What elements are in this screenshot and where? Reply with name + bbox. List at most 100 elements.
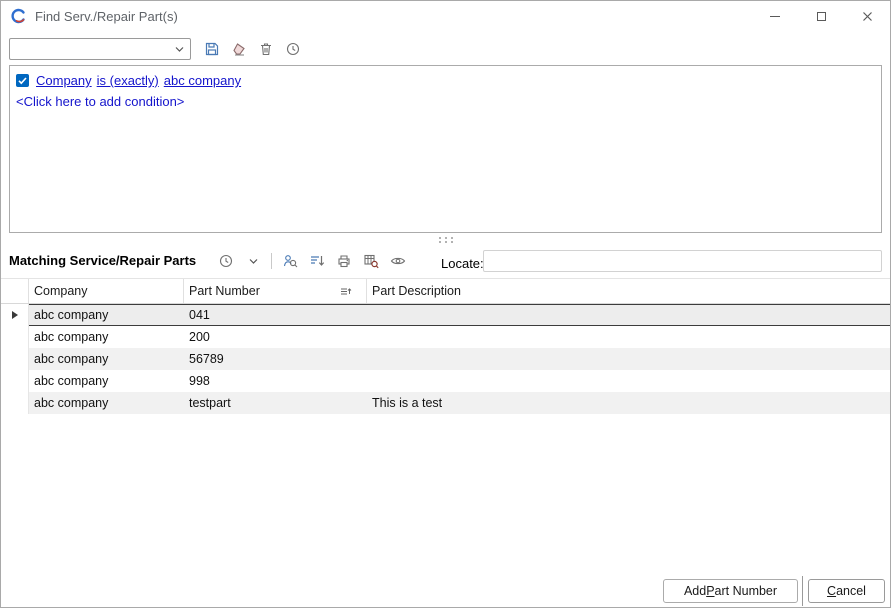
cancel-button[interactable]: Cancel (808, 579, 885, 603)
cell-part-description (367, 348, 891, 370)
column-header-label: Part Description (372, 284, 461, 298)
row-band: abc company testpart This is a test (29, 392, 891, 414)
close-button[interactable] (844, 1, 890, 31)
find-parts-dialog: Find Serv./Repair Part(s) (0, 0, 891, 608)
results-history-button[interactable] (217, 252, 235, 270)
results-heading: Matching Service/Repair Parts (9, 253, 196, 268)
cell-company: abc company (29, 348, 184, 370)
indicator-column-header (1, 279, 29, 303)
table-row[interactable]: abc company testpart This is a test (1, 392, 891, 414)
cell-part-description (367, 326, 891, 348)
titlebar: Find Serv./Repair Part(s) (1, 1, 890, 31)
eye-icon (390, 253, 406, 269)
trash-icon (258, 41, 274, 57)
cell-part-number: 56789 (184, 348, 367, 370)
history-icon (218, 253, 234, 269)
cell-company: abc company (29, 370, 184, 392)
button-label-key: C (827, 584, 836, 598)
find-person-icon (282, 253, 298, 269)
row-band: abc company 998 (29, 370, 891, 392)
splitter-grip-icon (436, 236, 456, 244)
app-logo-icon (11, 8, 27, 24)
cell-part-number: 998 (184, 370, 367, 392)
cell-part-description (367, 305, 891, 325)
grid-search-icon (363, 253, 379, 269)
column-header-part-description[interactable]: Part Description (367, 279, 891, 303)
sort-button[interactable] (308, 252, 326, 270)
row-indicator (1, 326, 29, 348)
saved-search-combobox[interactable] (9, 38, 191, 60)
find-person-button[interactable] (281, 252, 299, 270)
cell-part-number: testpart (184, 392, 367, 414)
sort-icon (309, 253, 325, 269)
query-toolbar (9, 37, 302, 61)
chevron-down-icon (175, 46, 184, 53)
condition-operator-link[interactable]: is (exactly) (97, 73, 159, 88)
locate-label: Locate: (441, 256, 484, 271)
button-label-post: art Number (715, 584, 778, 598)
cell-company: abc company (29, 392, 184, 414)
button-divider (802, 576, 803, 606)
condition-builder-panel: Company is (exactly) abc company <Click … (9, 65, 882, 233)
sort-ascending-icon (340, 287, 352, 296)
minimize-icon (770, 16, 780, 17)
row-band: abc company 041 (29, 304, 891, 326)
save-icon (204, 41, 220, 57)
column-header-label: Part Number (189, 284, 260, 298)
condition-checkbox[interactable] (16, 74, 29, 87)
history-dropdown-button[interactable] (244, 252, 262, 270)
eraser-icon (231, 41, 247, 57)
close-icon (862, 11, 873, 22)
row-indicator (1, 370, 29, 392)
table-row[interactable]: abc company 56789 (1, 348, 891, 370)
row-band: abc company 56789 (29, 348, 891, 370)
print-icon (336, 253, 352, 269)
selected-row-arrow-icon (12, 311, 18, 319)
window-controls (752, 1, 890, 31)
condition-value-link[interactable]: abc company (164, 73, 241, 88)
chevron-down-icon (249, 258, 258, 265)
button-label-key: P (706, 584, 714, 598)
cell-company: abc company (29, 305, 184, 325)
grid-header: Company Part Number Part Description (1, 278, 891, 304)
results-grid: Company Part Number Part Description abc… (1, 278, 891, 414)
maximize-button[interactable] (798, 1, 844, 31)
row-band: abc company 200 (29, 326, 891, 348)
clear-conditions-button[interactable] (230, 40, 248, 58)
window-title: Find Serv./Repair Part(s) (35, 9, 178, 24)
button-label-pre: Add (684, 584, 706, 598)
checkmark-icon (17, 75, 28, 86)
table-row[interactable]: abc company 998 (1, 370, 891, 392)
column-header-company[interactable]: Company (29, 279, 184, 303)
column-header-label: Company (34, 284, 88, 298)
results-toolbar (217, 249, 407, 273)
button-label-post: ancel (836, 584, 866, 598)
table-row[interactable]: abc company 200 (1, 326, 891, 348)
maximize-icon (817, 12, 826, 21)
toolbar-separator (271, 253, 272, 269)
cell-part-number: 041 (184, 305, 367, 325)
condition-field-link[interactable]: Company (36, 73, 92, 88)
condition-row: Company is (exactly) abc company (16, 73, 875, 88)
cell-company: abc company (29, 326, 184, 348)
locate-input[interactable] (483, 250, 882, 272)
add-condition-link[interactable]: <Click here to add condition> (16, 94, 875, 109)
history-icon (285, 41, 301, 57)
cell-part-description: This is a test (367, 392, 891, 414)
row-indicator (1, 392, 29, 414)
preview-button[interactable] (389, 252, 407, 270)
minimize-button[interactable] (752, 1, 798, 31)
column-header-part-number[interactable]: Part Number (184, 279, 367, 303)
row-indicator (1, 348, 29, 370)
row-indicator (1, 304, 29, 326)
print-button[interactable] (335, 252, 353, 270)
table-row[interactable]: abc company 041 (1, 304, 891, 326)
add-part-number-button[interactable]: Add Part Number (663, 579, 798, 603)
delete-search-button[interactable] (257, 40, 275, 58)
cell-part-number: 200 (184, 326, 367, 348)
search-history-button[interactable] (284, 40, 302, 58)
grid-search-button[interactable] (362, 252, 380, 270)
save-search-button[interactable] (203, 40, 221, 58)
cell-part-description (367, 370, 891, 392)
splitter-handle[interactable] (1, 233, 890, 247)
